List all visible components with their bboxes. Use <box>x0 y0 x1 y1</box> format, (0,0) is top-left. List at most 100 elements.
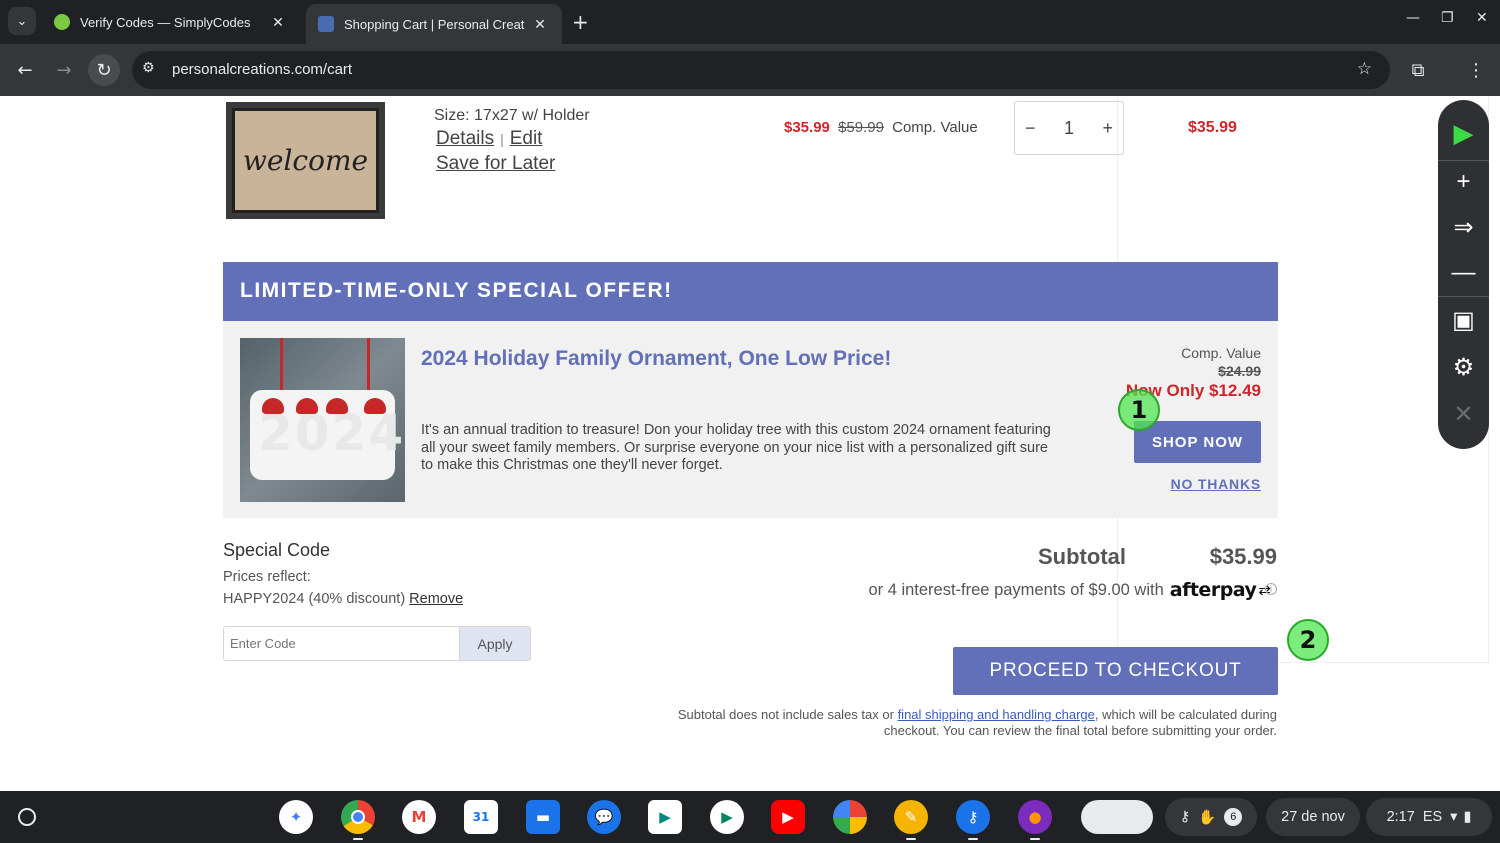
proceed-to-checkout-button[interactable]: PROCEED TO CHECKOUT <box>953 647 1278 695</box>
offer-header: LIMITED-TIME-ONLY SPECIAL OFFER! <box>223 262 1278 321</box>
apply-code-button[interactable]: Apply <box>459 626 531 661</box>
close-window-icon[interactable]: ✕ <box>1476 10 1488 26</box>
cart-item-image[interactable]: welcome <box>226 102 385 219</box>
forward-icon[interactable]: → <box>50 56 78 84</box>
shipping-charge-link[interactable]: final shipping and handling charge <box>898 707 1095 722</box>
gmail-app-icon[interactable]: M <box>402 800 436 834</box>
notification-count: 6 <box>1224 808 1243 826</box>
subtotal-value: $35.99 <box>1209 544 1277 569</box>
back-icon[interactable]: ← <box>11 56 39 84</box>
messages-app-icon[interactable]: 💬 <box>587 800 621 834</box>
firefox-app-icon[interactable]: ● <box>1018 800 1052 840</box>
play-store-app-icon[interactable]: ▶ <box>710 800 744 834</box>
santa-hat-icon <box>326 398 348 414</box>
minimize-icon[interactable]: — <box>1406 10 1420 26</box>
restore-icon[interactable]: ❐ <box>1441 10 1454 26</box>
offer-comp-value-label: Comp. Value <box>1181 345 1261 361</box>
afterpay-logo: afterpay <box>1169 579 1257 601</box>
offer-title[interactable]: 2024 Holiday Family Ornament, One Low Pr… <box>421 347 891 371</box>
clock-time: 2:17 <box>1386 809 1415 825</box>
subtotal-label: Subtotal <box>1038 544 1126 569</box>
files-app-icon[interactable]: ▬ <box>526 800 560 834</box>
link-arrow-icon[interactable]: ⇒ <box>1438 204 1489 250</box>
browser-toolbar: ← → ↻ ⚙ personalcreations.com/cart ☆ ⧉ ⋮ <box>0 44 1500 96</box>
wifi-icon: ▾ <box>1450 809 1458 825</box>
close-tab-icon[interactable]: ✕ <box>530 16 550 33</box>
offer-description: It's an annual tradition to treasure! Do… <box>421 422 1051 473</box>
increase-quantity-button[interactable]: + <box>1102 118 1113 139</box>
status-tray[interactable]: ⚷ ✋ 6 <box>1165 798 1257 836</box>
tab-simplycodes[interactable]: Verify Codes — SimplyCodes ✕ <box>42 4 300 40</box>
info-icon[interactable]: i <box>1265 583 1277 595</box>
quantity-value[interactable]: 1 <box>1064 118 1074 139</box>
applied-code: HAPPY2024 (40% discount) Remove <box>223 591 463 607</box>
tab-shopping-cart[interactable]: Shopping Cart | Personal Creat ✕ <box>306 4 562 44</box>
cart-item-price: $35.99 $59.99 Comp. Value <box>784 119 978 136</box>
promo-code-input[interactable] <box>223 626 459 661</box>
chrome-app-icon[interactable] <box>341 800 375 840</box>
remove-code-link[interactable]: Remove <box>409 591 463 607</box>
gemini-app-icon[interactable]: ✦ <box>279 800 313 834</box>
launcher-icon[interactable] <box>18 808 36 826</box>
close-icon[interactable]: ✕ <box>1438 391 1489 437</box>
save-icon[interactable]: ▣ <box>1438 297 1489 343</box>
running-indicator <box>353 838 363 840</box>
afterpay-text: or 4 interest-free payments of $9.00 wit… <box>868 580 1164 599</box>
santa-hat-icon <box>262 398 284 414</box>
input-language: ES <box>1422 809 1443 825</box>
extensions-icon[interactable]: ⧉ <box>1404 56 1432 84</box>
cart-item-links: Details | Edit <box>436 128 542 150</box>
decrease-quantity-button[interactable]: − <box>1025 118 1036 139</box>
edit-link[interactable]: Edit <box>510 128 543 149</box>
disclaimer-text: Subtotal does not include sales tax or <box>677 707 894 722</box>
photos-app-icon[interactable] <box>833 800 867 834</box>
new-tab-icon[interactable]: + <box>572 10 589 34</box>
address-bar[interactable]: ⚙ personalcreations.com/cart ☆ <box>132 51 1390 89</box>
quantity-stepper: − 1 + <box>1014 101 1124 155</box>
password-manager-app-icon[interactable]: ⚷ <box>956 800 990 840</box>
system-tray[interactable]: 2:17 ES ▾ ▮ <box>1366 798 1492 836</box>
shop-now-button[interactable]: SHOP NOW <box>1134 421 1261 463</box>
battery-icon: ▮ <box>1463 809 1472 825</box>
santa-hat-icon <box>296 398 318 414</box>
gear-icon[interactable]: ⚙ <box>1438 344 1489 390</box>
price-now: $35.99 <box>784 119 830 136</box>
running-indicator <box>906 838 916 840</box>
os-shelf: ✦ M 31 ▬ 💬 ▶ ▶ ▶ ✎ ⚷ ● ⚷ ✋ 6 27 de nov 2… <box>0 791 1500 843</box>
simplycodes-app-icon[interactable]: ✎ <box>894 800 928 840</box>
comp-value-label: Comp. Value <box>892 119 978 136</box>
reload-icon[interactable]: ↻ <box>88 54 120 86</box>
site-settings-icon[interactable]: ⚙ <box>142 60 155 76</box>
key-icon: ⚷ <box>1179 809 1191 825</box>
calendar-app-icon[interactable]: 31 <box>464 800 498 834</box>
play-icon[interactable]: ▶ <box>1438 110 1489 156</box>
afterpay-message: or 4 interest-free payments of $9.00 wit… <box>868 579 1271 601</box>
bookmark-star-icon[interactable]: ☆ <box>1357 59 1372 79</box>
annotation-marker-2: 2 <box>1287 619 1329 661</box>
cart-item-size: Size: 17x27 w/ Holder <box>434 107 590 124</box>
save-for-later-link[interactable]: Save for Later <box>436 153 555 175</box>
ribbon-shape <box>280 338 370 398</box>
prices-reflect-label: Prices reflect: <box>223 569 311 585</box>
annotation-marker-1: 1 <box>1118 389 1160 431</box>
meet-app-icon[interactable]: ▶ <box>648 800 682 834</box>
add-icon[interactable]: + <box>1438 159 1489 205</box>
personalcreations-favicon-icon <box>318 16 334 32</box>
close-tab-icon[interactable]: ✕ <box>268 14 288 31</box>
welcome-mat-text: welcome <box>232 108 379 213</box>
offer-comp-value: $24.99 <box>1218 363 1261 379</box>
date-tray[interactable]: 27 de nov <box>1266 798 1360 836</box>
no-thanks-link[interactable]: NO THANKS <box>1171 476 1261 492</box>
browser-tabstrip: ⌄ Verify Codes — SimplyCodes ✕ Shopping … <box>0 0 1500 44</box>
window-preview-icon[interactable] <box>1081 800 1153 834</box>
tab-search-button[interactable]: ⌄ <box>8 7 36 35</box>
browser-menu-icon[interactable]: ⋮ <box>1462 56 1490 84</box>
hand-icon: ✋ <box>1198 809 1217 826</box>
minus-icon[interactable]: — <box>1438 250 1489 296</box>
ornament-image[interactable]: 2024 <box>240 338 405 502</box>
details-link[interactable]: Details <box>436 128 494 149</box>
applied-code-text: HAPPY2024 (40% discount) <box>223 591 406 607</box>
floating-tool-panel: ▶ + ⇒ — ▣ ⚙ ✕ <box>1438 100 1489 449</box>
price-was: $59.99 <box>838 119 884 136</box>
youtube-app-icon[interactable]: ▶ <box>771 800 805 834</box>
